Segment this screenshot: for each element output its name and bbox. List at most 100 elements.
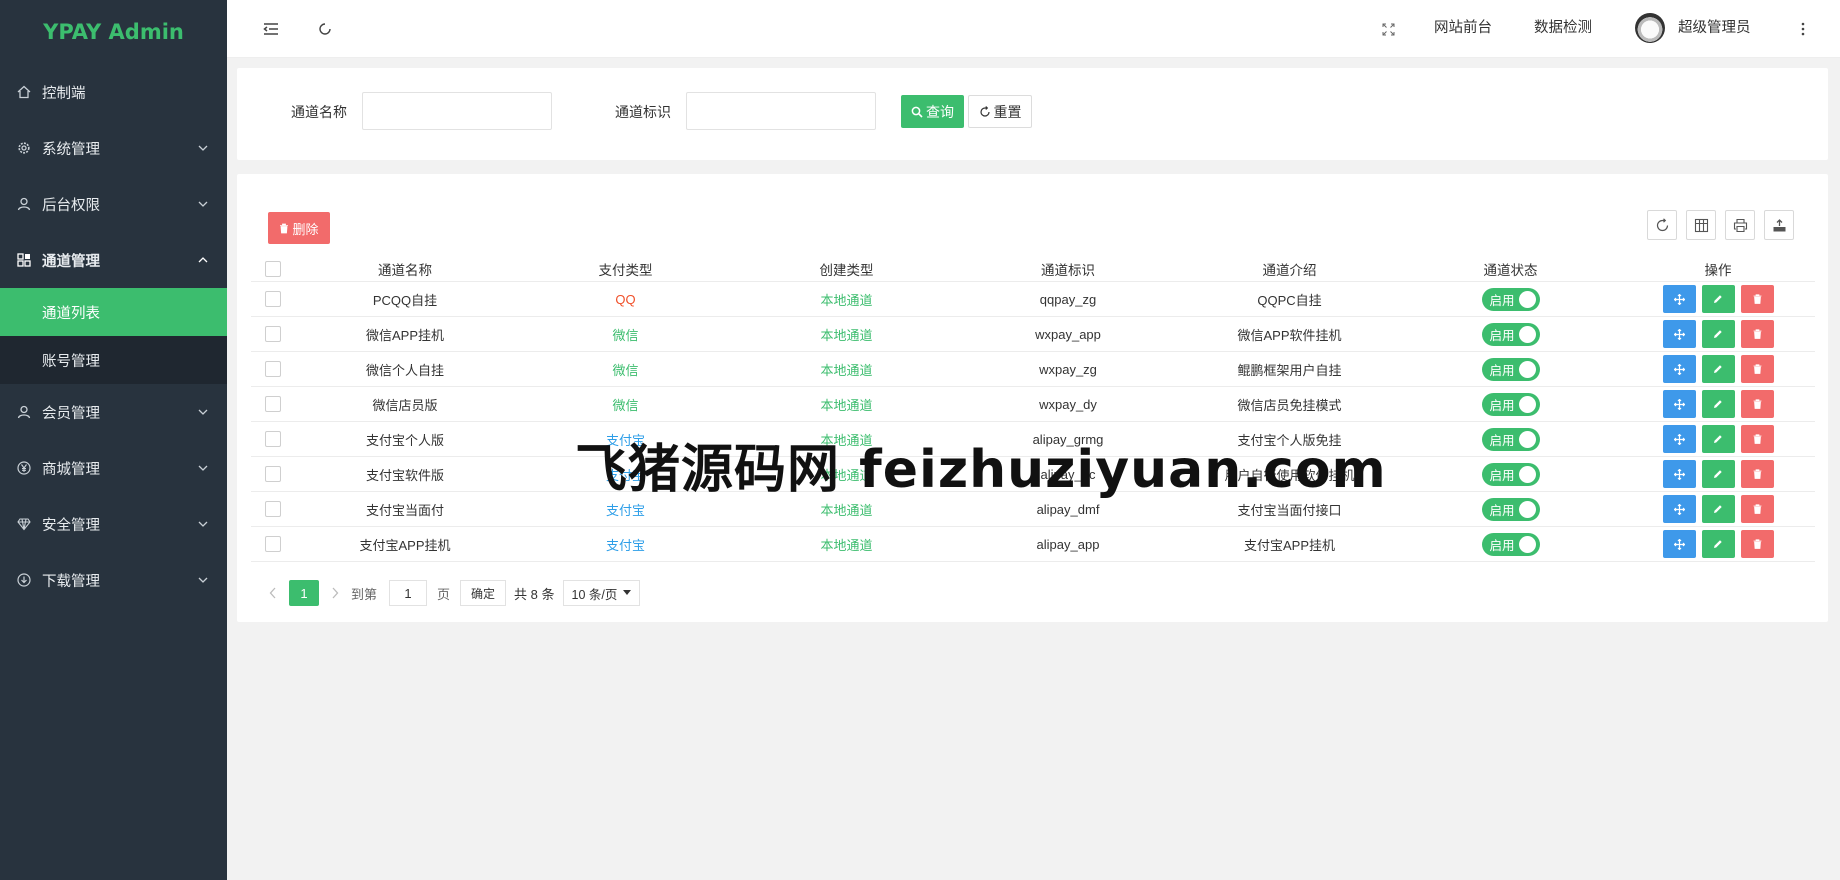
edit-button[interactable] <box>1701 425 1735 453</box>
edit-button[interactable] <box>1701 530 1735 558</box>
move-icon <box>1673 363 1685 375</box>
sidebar-item-permissions[interactable]: 后台权限 <box>0 176 227 232</box>
status-cell: 启用 <box>1400 282 1621 316</box>
column-header[interactable]: 支付类型 <box>515 256 736 281</box>
table-columns-button[interactable] <box>1686 210 1716 240</box>
edit-button[interactable] <box>1701 285 1735 313</box>
delete-row-button[interactable] <box>1740 460 1774 488</box>
row-checkbox[interactable] <box>265 361 281 377</box>
status-toggle[interactable]: 启用 <box>1481 322 1540 346</box>
gear-icon <box>16 140 32 156</box>
move-button[interactable] <box>1662 285 1696 313</box>
column-header[interactable]: 创建类型 <box>736 256 957 281</box>
page-current[interactable]: 1 <box>289 580 319 606</box>
select-all-checkbox[interactable] <box>265 260 281 277</box>
row-checkbox[interactable] <box>265 466 281 482</box>
table-export-button[interactable] <box>1764 210 1794 240</box>
row-checkbox[interactable] <box>265 431 281 447</box>
pencil-icon <box>1714 540 1722 548</box>
move-icon <box>1673 503 1685 515</box>
delete-row-button[interactable] <box>1740 425 1774 453</box>
channel-id-input[interactable] <box>686 92 876 130</box>
pay-type-cell: 支付宝 <box>605 502 645 518</box>
sidebar-item-shop[interactable]: 商城管理 <box>0 440 227 496</box>
sidebar-item-system[interactable]: 系统管理 <box>0 120 227 176</box>
delete-row-button[interactable] <box>1740 355 1774 383</box>
channel-code-cell: alipay_app <box>1036 536 1100 552</box>
create-type-cell: 本地通道 <box>820 327 873 343</box>
header-user-name[interactable]: 超级管理员 <box>1678 0 1751 58</box>
move-button[interactable] <box>1662 495 1696 523</box>
sidebar-item-label: 会员管理 <box>42 405 100 422</box>
refresh-icon[interactable] <box>314 18 336 40</box>
status-toggle[interactable]: 启用 <box>1481 427 1540 451</box>
column-header[interactable]: 操作 <box>1621 256 1815 281</box>
delete-row-button[interactable] <box>1740 495 1774 523</box>
row-checkbox[interactable] <box>265 291 281 307</box>
delete-row-button[interactable] <box>1740 285 1774 313</box>
status-toggle[interactable]: 启用 <box>1481 462 1540 486</box>
sidebar-item-members[interactable]: 会员管理 <box>0 384 227 440</box>
status-toggle[interactable]: 启用 <box>1481 287 1540 311</box>
top-bar: 网站前台 数据检测 超级管理员 <box>227 0 1840 58</box>
caret-down-icon <box>623 590 632 595</box>
sidebar-subitem-account-manage[interactable]: 账号管理 <box>0 336 227 384</box>
page-size-value: 10 条/页 <box>571 587 618 602</box>
status-toggle[interactable]: 启用 <box>1481 532 1540 556</box>
goto-confirm-button[interactable]: 确定 <box>460 580 507 606</box>
delete-row-button[interactable] <box>1740 320 1774 348</box>
menu-collapse-icon[interactable] <box>260 18 282 40</box>
avatar[interactable] <box>1635 13 1665 43</box>
sidebar-item-channels[interactable]: 通道管理 <box>0 232 227 288</box>
move-button[interactable] <box>1662 355 1696 383</box>
query-button[interactable]: 查询 <box>901 95 964 128</box>
delete-row-button[interactable] <box>1740 390 1774 418</box>
page-size-select[interactable]: 10 条/页 <box>562 580 641 606</box>
delete-row-button[interactable] <box>1740 530 1774 558</box>
table-print-button[interactable] <box>1725 210 1755 240</box>
delete-button[interactable]: 删除 <box>268 212 330 244</box>
fullscreen-icon[interactable] <box>1377 18 1399 40</box>
chevron-right-icon[interactable] <box>331 587 339 599</box>
channel-name-cell: PCQQ自挂 <box>372 292 438 308</box>
table-refresh-button[interactable] <box>1647 210 1677 240</box>
move-button[interactable] <box>1662 320 1696 348</box>
create-type-cell: 本地通道 <box>820 362 873 378</box>
sidebar-subitem-channel-list[interactable]: 通道列表 <box>0 288 227 336</box>
row-checkbox[interactable] <box>265 396 281 412</box>
edit-button[interactable] <box>1701 390 1735 418</box>
status-toggle[interactable]: 启用 <box>1481 497 1540 521</box>
edit-button[interactable] <box>1701 320 1735 348</box>
row-checkbox[interactable] <box>265 536 281 552</box>
channels-submenu: 通道列表 账号管理 <box>0 288 227 384</box>
column-header[interactable]: 通道名称 <box>295 256 515 281</box>
sidebar-item-security[interactable]: 安全管理 <box>0 496 227 552</box>
edit-button[interactable] <box>1701 460 1735 488</box>
sidebar-item-dashboard[interactable]: 控制端 <box>0 64 227 120</box>
reset-button[interactable]: 重置 <box>968 95 1032 128</box>
chevron-left-icon[interactable] <box>269 587 277 599</box>
toggle-knob <box>1518 465 1536 483</box>
channel-name-input[interactable] <box>362 92 552 130</box>
column-header[interactable]: 通道标识 <box>957 256 1179 281</box>
column-header[interactable]: 通道介绍 <box>1179 256 1400 281</box>
header-link-data-check[interactable]: 数据检测 <box>1534 0 1592 58</box>
sidebar-item-downloads[interactable]: 下载管理 <box>0 552 227 608</box>
edit-button[interactable] <box>1701 355 1735 383</box>
header-link-frontend[interactable]: 网站前台 <box>1434 0 1492 58</box>
status-toggle[interactable]: 启用 <box>1481 392 1540 416</box>
row-checkbox[interactable] <box>265 326 281 342</box>
channel-code-cell: alipay_grmg <box>1032 431 1104 447</box>
move-button[interactable] <box>1662 530 1696 558</box>
more-vertical-icon[interactable] <box>1792 18 1814 40</box>
column-header[interactable]: 通道状态 <box>1400 256 1621 281</box>
move-button[interactable] <box>1662 390 1696 418</box>
pay-type-cell: 微信 <box>612 327 639 343</box>
move-button[interactable] <box>1662 425 1696 453</box>
row-checkbox[interactable] <box>265 501 281 517</box>
goto-page-input[interactable]: 1 <box>389 580 428 606</box>
move-button[interactable] <box>1662 460 1696 488</box>
channel-desc-cell: QQPC自挂 <box>1257 292 1322 308</box>
edit-button[interactable] <box>1701 495 1735 523</box>
status-toggle[interactable]: 启用 <box>1481 357 1540 381</box>
